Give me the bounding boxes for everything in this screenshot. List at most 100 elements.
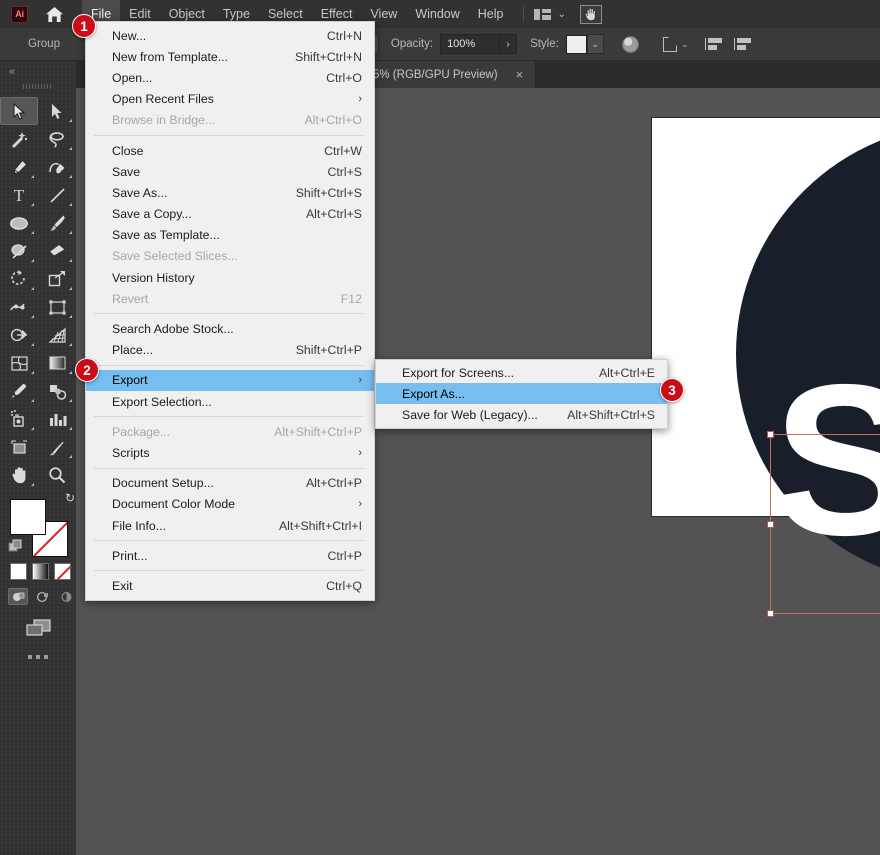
menu-item-label: Save as Template... [112,228,220,242]
artboard-tool[interactable] [0,433,38,461]
document-setup-icon[interactable] [663,37,677,52]
eraser-tool[interactable] [38,237,76,265]
rotate-tool[interactable] [0,265,38,293]
tool-group-indicator [69,175,72,178]
selection-handle-bottom-left[interactable] [767,610,774,617]
draw-behind-button[interactable] [32,588,52,605]
file-menu-item-search-adobe-stock[interactable]: Search Adobe Stock... [86,318,374,339]
align-objects-icon-2[interactable] [734,38,751,50]
file-menu-item-exit[interactable]: ExitCtrl+Q [86,575,374,596]
magic-wand-tool[interactable] [0,125,38,153]
file-menu-dropdown[interactable]: New...Ctrl+NNew from Template...Shift+Ct… [85,21,375,601]
doc-chevron-down-icon[interactable]: ⌄ [677,35,693,54]
pen-tool[interactable] [0,153,38,181]
file-menu-item-document-color-mode[interactable]: Document Color Mode› [86,494,374,515]
export-submenu[interactable]: Export for Screens...Alt+Ctrl+EExport As… [375,359,668,429]
zoom-tool[interactable] [38,461,76,489]
file-menu-item-file-info[interactable]: File Info...Alt+Shift+Ctrl+I [86,515,374,536]
ellipse-tool[interactable] [0,209,38,237]
menu-item-label: Browse in Bridge... [112,113,215,127]
tool-grid[interactable]: T [0,93,76,489]
mesh-tool[interactable] [0,349,38,377]
file-menu-item-save[interactable]: SaveCtrl+S [86,161,374,182]
shape-builder-tool[interactable] [0,321,38,349]
file-menu-item-print[interactable]: Print...Ctrl+P [86,545,374,566]
shaper-tool[interactable] [0,237,38,265]
close-icon[interactable]: × [516,67,524,82]
file-menu-item-version-history[interactable]: Version History [86,267,374,288]
perspective-grid-tool[interactable] [38,321,76,349]
file-menu-item-export-selection[interactable]: Export Selection... [86,391,374,412]
menu-window[interactable]: Window [406,0,468,28]
menu-item-label: Package... [112,425,170,439]
draw-inside-button[interactable] [56,588,76,605]
tools-panel[interactable]: « T [0,61,76,855]
menu-separator [94,468,364,469]
recolor-artwork-icon[interactable] [622,36,639,53]
type-tool[interactable]: T [0,181,38,209]
align-objects-icon[interactable] [705,38,722,50]
fill-color-swatch[interactable] [10,499,46,535]
hand-tool[interactable] [0,461,38,489]
gradient-tool[interactable] [38,349,76,377]
width-tool[interactable] [0,293,38,321]
file-menu-item-new[interactable]: New...Ctrl+N [86,25,374,46]
collapse-panel-button[interactable]: « [0,61,76,78]
none-swatch-button[interactable] [54,563,71,580]
opacity-options-arrow[interactable]: › [500,34,517,54]
graphic-style-swatch[interactable] [566,35,587,54]
fill-and-stroke-control[interactable]: ↻ [10,499,68,557]
lasso-tool[interactable] [38,125,76,153]
line-segment-tool[interactable] [38,181,76,209]
edit-toolbar-button[interactable] [24,655,52,659]
arrange-documents-icon[interactable] [534,0,551,28]
file-menu-item-open[interactable]: Open...Ctrl+O [86,67,374,88]
file-menu-item-save-as[interactable]: Save As...Shift+Ctrl+S [86,182,374,203]
symbol-sprayer-tool[interactable] [0,405,38,433]
export-submenu-item-export-for-screens[interactable]: Export for Screens...Alt+Ctrl+E [376,362,667,383]
file-menu-item-export[interactable]: Export› [86,370,374,391]
style-chevron-down-icon[interactable]: ⌄ [587,34,604,54]
selection-handle-top-left[interactable] [767,431,774,438]
export-submenu-item-save-for-web-legacy[interactable]: Save for Web (Legacy)...Alt+Shift+Ctrl+S [376,404,667,425]
file-menu-item-close[interactable]: CloseCtrl+W [86,140,374,161]
file-menu-item-save-as-template[interactable]: Save as Template... [86,225,374,246]
slice-tool[interactable] [38,433,76,461]
menu-separator [94,540,364,541]
menu-item-label: Export [112,373,148,387]
file-menu-item-save-a-copy[interactable]: Save a Copy...Alt+Ctrl+S [86,204,374,225]
file-menu-item-scripts[interactable]: Scripts› [86,442,374,463]
selection-handle-middle-left[interactable] [767,521,774,528]
column-graph-tool[interactable] [38,405,76,433]
paintbrush-tool[interactable] [38,209,76,237]
file-menu-item-place[interactable]: Place...Shift+Ctrl+P [86,340,374,361]
menu-help[interactable]: Help [469,0,513,28]
export-submenu-item-export-as[interactable]: Export As... [376,383,667,404]
menu-item-shortcut: Alt+Ctrl+O [305,113,362,127]
color-swatch-button[interactable] [10,563,27,580]
selection-tool[interactable] [0,97,38,125]
drawing-modes-row[interactable] [8,588,76,605]
home-icon[interactable] [44,4,64,24]
blend-tool[interactable] [38,377,76,405]
color-mode-row[interactable] [10,563,76,580]
opacity-label: Opacity: [391,38,433,50]
swap-fill-stroke-icon[interactable]: ↻ [65,491,75,505]
file-menu-item-new-from-template[interactable]: New from Template...Shift+Ctrl+N [86,46,374,67]
panel-drag-grip[interactable] [23,84,53,89]
opacity-input[interactable]: 100% [440,34,500,54]
free-transform-tool[interactable] [38,293,76,321]
eyedropper-tool[interactable] [0,377,38,405]
file-menu-item-document-setup[interactable]: Document Setup...Alt+Ctrl+P [86,473,374,494]
selection-bounding-box[interactable] [770,434,880,614]
change-screen-mode-button[interactable] [23,617,53,639]
hand-tool-icon[interactable] [580,5,602,24]
gradient-swatch-button[interactable] [32,563,49,580]
arrange-chevron-down-icon[interactable]: ⌄ [558,9,566,20]
draw-normal-button[interactable] [8,588,28,605]
default-fill-stroke-icon[interactable] [8,539,25,561]
scale-tool[interactable] [38,265,76,293]
curvature-tool[interactable] [38,153,76,181]
file-menu-item-open-recent-files[interactable]: Open Recent Files› [86,89,374,110]
direct-selection-tool[interactable] [38,97,76,125]
